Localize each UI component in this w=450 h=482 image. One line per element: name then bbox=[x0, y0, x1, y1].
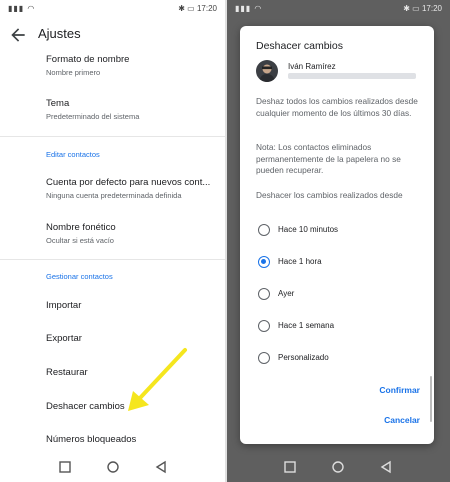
account-name: Iván Ramírez bbox=[288, 62, 336, 71]
status-bar: ▮▮▮ ◠ ✱ ▭ 17:20 bbox=[0, 0, 225, 18]
app-bar: Ajustes bbox=[0, 18, 225, 52]
menu-import[interactable]: Importar bbox=[0, 300, 225, 311]
square-icon[interactable] bbox=[58, 460, 72, 474]
settings-screen: ▮▮▮ ◠ ✱ ▭ 17:20 Ajustes Formato de nombr… bbox=[0, 0, 225, 482]
setting-title: Cuenta por defecto para nuevos cont... bbox=[46, 177, 211, 188]
cancel-button[interactable]: Cancelar bbox=[384, 415, 420, 425]
nav-bar bbox=[227, 452, 450, 482]
menu-blocked-numbers[interactable]: Números bloqueados bbox=[0, 434, 225, 445]
status-time: 17:20 bbox=[421, 4, 442, 13]
menu-label: Números bloqueados bbox=[46, 434, 137, 445]
setting-subtitle: Predeterminado del sistema bbox=[46, 112, 140, 121]
square-icon[interactable] bbox=[283, 460, 297, 474]
menu-export[interactable]: Exportar bbox=[0, 333, 225, 344]
nav-bar bbox=[0, 452, 225, 482]
radio-label: Ayer bbox=[278, 289, 295, 298]
circle-icon[interactable] bbox=[106, 460, 120, 474]
signal-icon: ▮▮▮ ◠ bbox=[235, 4, 263, 13]
radio-label: Personalizado bbox=[278, 353, 329, 362]
page-title: Ajustes bbox=[38, 26, 81, 41]
dialog-title: Deshacer cambios bbox=[256, 40, 343, 52]
confirm-button[interactable]: Confirmar bbox=[379, 385, 420, 395]
status-time-group: ✱ ▭ 17:20 bbox=[178, 4, 217, 13]
setting-subtitle: Nombre primero bbox=[46, 68, 101, 77]
menu-label: Exportar bbox=[46, 333, 82, 344]
setting-theme[interactable]: Tema Predeterminado del sistema bbox=[0, 98, 225, 121]
setting-title: Formato de nombre bbox=[46, 54, 130, 65]
menu-label: Restaurar bbox=[46, 367, 88, 378]
triangle-back-icon[interactable] bbox=[379, 460, 393, 474]
account-email-redacted bbox=[288, 73, 416, 79]
setting-title: Nombre fonético bbox=[46, 222, 116, 233]
radio-label: Hace 1 semana bbox=[278, 321, 335, 330]
setting-subtitle: Ocultar si está vacío bbox=[46, 236, 114, 245]
radio-button[interactable] bbox=[258, 320, 270, 332]
avatar bbox=[256, 60, 278, 82]
section-header-manage: Gestionar contactos bbox=[46, 272, 113, 281]
radio-button[interactable] bbox=[258, 352, 270, 364]
dialog-description: Deshaz todos los cambios realizados desd… bbox=[256, 96, 418, 118]
status-bar: ▮▮▮ ◠ ✱ ▭ 17:20 bbox=[227, 0, 450, 18]
divider bbox=[0, 136, 225, 137]
menu-restore[interactable]: Restaurar bbox=[0, 367, 225, 378]
menu-label: Importar bbox=[46, 300, 82, 311]
undo-changes-dialog: Deshacer cambios Iván Ramírez Deshaz tod… bbox=[240, 26, 434, 444]
radio-button-selected[interactable] bbox=[258, 256, 270, 268]
setting-name-format[interactable]: Formato de nombre Nombre primero bbox=[0, 54, 225, 77]
setting-title: Tema bbox=[46, 98, 70, 109]
dialog-prompt: Deshacer los cambios realizados desde bbox=[256, 190, 403, 200]
status-time: 17:20 bbox=[196, 4, 217, 13]
divider bbox=[0, 259, 225, 260]
triangle-back-icon[interactable] bbox=[154, 460, 168, 474]
scrollbar[interactable] bbox=[430, 376, 432, 422]
dialog-note: Nota: Los contactos eliminados permanent… bbox=[256, 142, 401, 175]
circle-icon[interactable] bbox=[331, 460, 345, 474]
radio-label: Hace 1 hora bbox=[278, 257, 322, 266]
setting-phonetic-name[interactable]: Nombre fonético Ocultar si está vacío bbox=[0, 222, 225, 245]
back-arrow-icon[interactable] bbox=[8, 25, 28, 45]
setting-subtitle: Ninguna cuenta predeterminada definida bbox=[46, 191, 182, 200]
menu-label: Deshacer cambios bbox=[46, 401, 125, 412]
signal-icon: ▮▮▮ ◠ bbox=[8, 4, 36, 13]
status-time-group: ✱ ▭ 17:20 bbox=[403, 4, 442, 13]
radio-label: Hace 10 minutos bbox=[278, 225, 339, 234]
menu-undo-changes[interactable]: Deshacer cambios bbox=[0, 401, 225, 412]
undo-changes-screen: ▮▮▮ ◠ ✱ ▭ 17:20 Deshacer cambios Iván Ra… bbox=[227, 0, 450, 482]
section-header-edit: Editar contactos bbox=[46, 150, 100, 159]
radio-button[interactable] bbox=[258, 224, 270, 236]
radio-button[interactable] bbox=[258, 288, 270, 300]
setting-default-account[interactable]: Cuenta por defecto para nuevos cont... N… bbox=[0, 177, 225, 200]
